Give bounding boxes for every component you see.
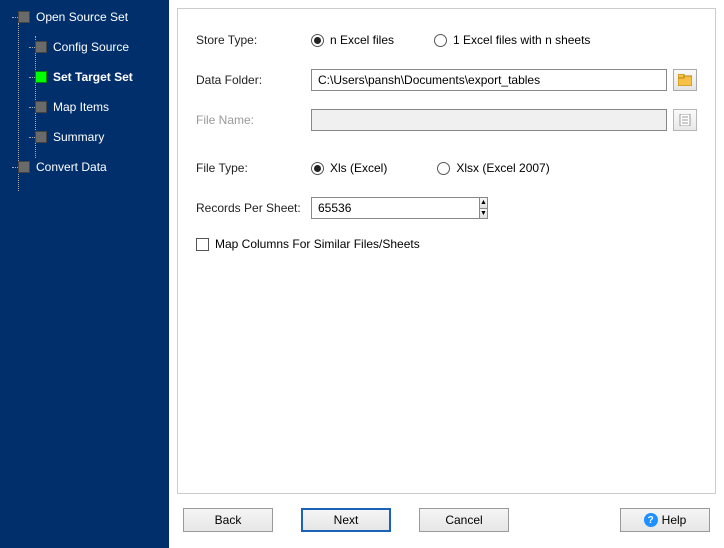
spinner-down-button[interactable]: ▼ — [480, 209, 487, 219]
cancel-button[interactable]: Cancel — [419, 508, 509, 532]
radio-label: Xls (Excel) — [330, 161, 387, 175]
file-name-aux-button — [673, 109, 697, 131]
radio-one-excel-file[interactable]: 1 Excel files with n sheets — [434, 33, 590, 47]
browse-folder-button[interactable] — [673, 69, 697, 91]
records-per-sheet-row: Records Per Sheet: ▲ ▼ — [196, 197, 697, 219]
data-folder-row: Data Folder: — [196, 69, 697, 91]
store-type-row: Store Type: n Excel files 1 Excel files … — [196, 29, 697, 51]
map-columns-row: Map Columns For Similar Files/Sheets — [196, 237, 697, 251]
step-config-source[interactable]: Config Source — [12, 37, 169, 57]
radio-dot-icon — [434, 34, 447, 47]
next-button[interactable]: Next — [301, 508, 391, 532]
store-type-label: Store Type: — [196, 33, 311, 47]
help-icon: ? — [644, 513, 658, 527]
records-per-sheet-spinner: ▲ ▼ — [311, 197, 441, 219]
button-label: Next — [334, 513, 359, 527]
wizard-footer: Back Next Cancel ? Help — [169, 502, 724, 548]
target-set-form: Store Type: n Excel files 1 Excel files … — [177, 8, 716, 494]
help-button[interactable]: ? Help — [620, 508, 710, 532]
spinner-up-button[interactable]: ▲ — [480, 198, 487, 209]
radio-dot-icon — [311, 34, 324, 47]
radio-label: n Excel files — [330, 33, 394, 47]
radio-xls[interactable]: Xls (Excel) — [311, 161, 387, 175]
radio-dot-icon — [437, 162, 450, 175]
step-box-icon — [35, 71, 47, 83]
step-label: Open Source Set — [36, 10, 128, 24]
radio-xlsx[interactable]: Xlsx (Excel 2007) — [437, 161, 549, 175]
step-label: Set Target Set — [53, 70, 133, 84]
step-box-icon — [18, 161, 30, 173]
map-columns-checkbox[interactable] — [196, 238, 209, 251]
wizard-sidebar: Open Source Set Config Source Set Target… — [0, 0, 169, 548]
file-type-label: File Type: — [196, 161, 311, 175]
button-label: Help — [662, 513, 687, 527]
main-area: Store Type: n Excel files 1 Excel files … — [169, 0, 724, 548]
map-columns-label: Map Columns For Similar Files/Sheets — [215, 237, 420, 251]
button-label: Cancel — [445, 513, 482, 527]
file-type-radios: Xls (Excel) Xlsx (Excel 2007) — [311, 161, 550, 175]
records-per-sheet-input[interactable] — [311, 197, 479, 219]
step-box-icon — [35, 131, 47, 143]
data-folder-label: Data Folder: — [196, 73, 311, 87]
records-per-sheet-label: Records Per Sheet: — [196, 201, 311, 215]
button-label: Back — [215, 513, 242, 527]
step-label: Map Items — [53, 100, 109, 114]
file-name-label: File Name: — [196, 113, 311, 127]
file-type-row: File Type: Xls (Excel) Xlsx (Excel 2007) — [196, 157, 697, 179]
radio-dot-icon — [311, 162, 324, 175]
step-map-items[interactable]: Map Items — [12, 97, 169, 117]
step-label: Convert Data — [36, 160, 107, 174]
file-name-row: File Name: — [196, 109, 697, 131]
step-convert-data[interactable]: Convert Data — [12, 157, 169, 177]
data-folder-input[interactable] — [311, 69, 667, 91]
step-set-target-set[interactable]: Set Target Set — [12, 67, 169, 87]
app-root: Open Source Set Config Source Set Target… — [0, 0, 724, 548]
step-label: Config Source — [53, 40, 129, 54]
file-name-input — [311, 109, 667, 131]
step-label: Summary — [53, 130, 104, 144]
radio-n-excel-files[interactable]: n Excel files — [311, 33, 394, 47]
store-type-radios: n Excel files 1 Excel files with n sheet… — [311, 33, 590, 47]
step-summary[interactable]: Summary — [12, 127, 169, 147]
folder-icon — [678, 74, 692, 86]
step-box-icon — [35, 41, 47, 53]
document-icon — [679, 114, 691, 126]
wizard-steps-tree: Open Source Set Config Source Set Target… — [12, 7, 169, 177]
radio-label: 1 Excel files with n sheets — [453, 33, 590, 47]
radio-label: Xlsx (Excel 2007) — [456, 161, 549, 175]
step-open-source-set[interactable]: Open Source Set — [12, 7, 169, 27]
step-box-icon — [35, 101, 47, 113]
step-box-icon — [18, 11, 30, 23]
back-button[interactable]: Back — [183, 508, 273, 532]
